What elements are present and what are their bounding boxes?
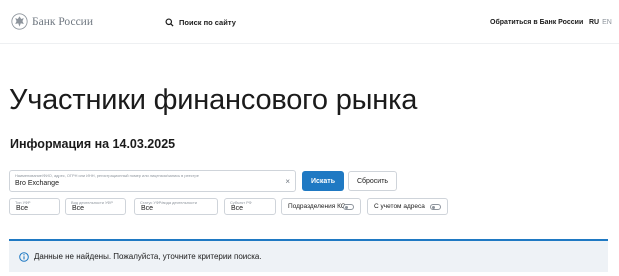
toggle-switch[interactable] [430, 204, 441, 210]
reset-button[interactable]: Сбросить [348, 171, 397, 191]
bank-logo[interactable]: Банк России [11, 13, 93, 30]
logo-text: Банк России [32, 15, 93, 28]
info-date-heading: Информация на 14.03.2025 [10, 137, 176, 151]
search-input-label: Наименование/ФИО, адрес, ОГРН или ИНН, р… [15, 173, 199, 178]
filter-type-value: Все [16, 205, 29, 212]
address-toggle[interactable]: С учетом адреса [367, 198, 448, 215]
no-results-notice: Данные не найдены. Пожалуйста, уточните … [9, 239, 608, 272]
info-icon [19, 252, 29, 262]
filter-activity-select[interactable]: Вид деятельности УФР Все [65, 198, 126, 215]
contact-bank-link[interactable]: Обратиться в Банк России [490, 19, 583, 26]
site-header: Банк России Поиск по сайту Обратиться в … [0, 0, 619, 44]
toggle-knob [345, 206, 348, 209]
filter-activity-value: Все [72, 205, 85, 212]
language-switcher: RU EN [589, 19, 612, 26]
filter-status-select[interactable]: Статус УФР/вида деятельности Все [134, 198, 218, 215]
page-title: Участники финансового рынка [9, 84, 418, 116]
site-search-label: Поиск по сайту [179, 18, 236, 27]
search-icon [165, 18, 174, 27]
no-results-message: Данные не найдены. Пожалуйста, уточните … [34, 252, 262, 261]
eagle-emblem-icon [11, 13, 28, 30]
branches-toggle[interactable]: Подразделения КО [281, 198, 361, 215]
address-toggle-label: С учетом адреса [374, 203, 425, 210]
search-button[interactable]: Искать [302, 171, 344, 191]
toggle-knob [432, 206, 435, 209]
filter-subject-value: Все [231, 205, 244, 212]
branches-toggle-label: Подразделения КО [288, 203, 346, 210]
search-input[interactable]: Наименование/ФИО, адрес, ОГРН или ИНН, р… [9, 170, 296, 192]
filter-type-select[interactable]: Тип УФР Все [9, 198, 60, 215]
toggle-switch[interactable] [343, 204, 354, 210]
filter-status-value: Все [141, 205, 154, 212]
lang-en-option[interactable]: EN [602, 19, 612, 26]
site-search-link[interactable]: Поиск по сайту [165, 18, 236, 27]
lang-ru-option[interactable]: RU [589, 19, 599, 26]
clear-icon[interactable]: × [285, 178, 290, 186]
search-input-value: Bro Exchange [15, 180, 59, 187]
filter-subject-select[interactable]: Субъект РФ Все [224, 198, 276, 215]
